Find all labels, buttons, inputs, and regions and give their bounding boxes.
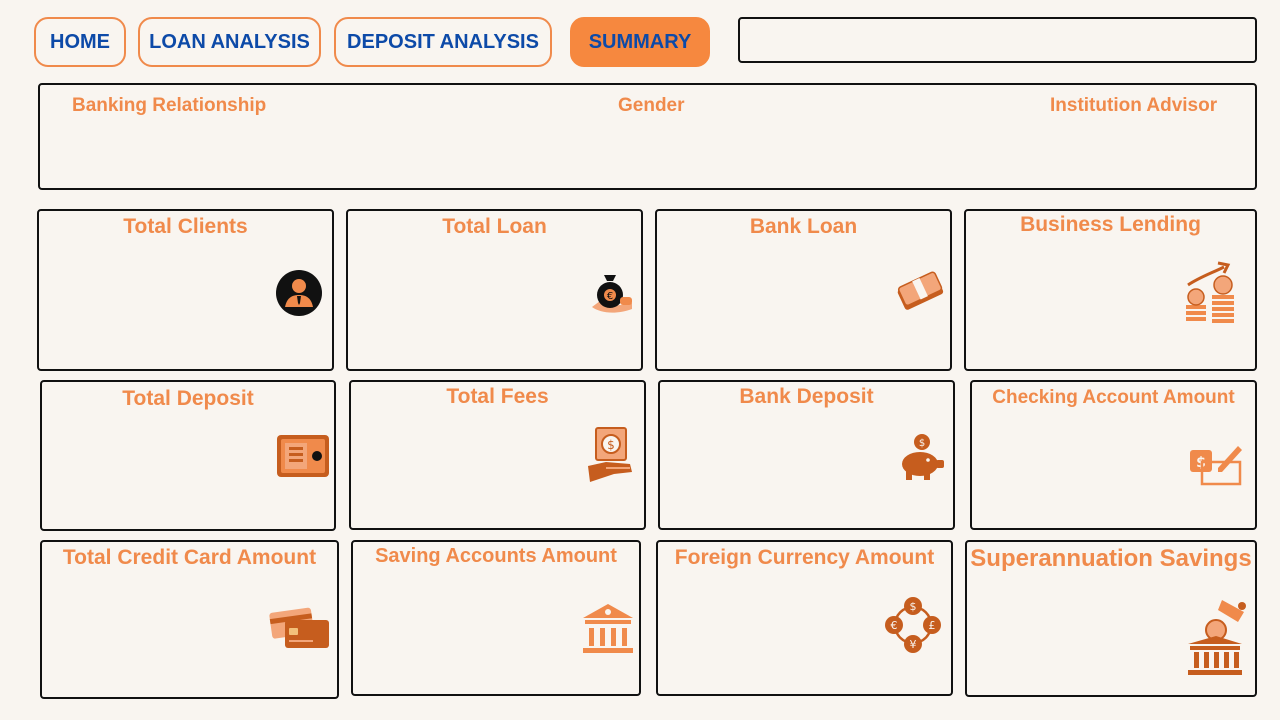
svg-text:€: €	[607, 291, 613, 302]
money-bag-hand-icon: €	[586, 267, 636, 317]
card-title: Foreign Currency Amount	[674, 546, 935, 569]
card-title: Total Credit Card Amount	[62, 546, 317, 569]
hand-money-icon: $	[586, 426, 636, 488]
bank-loan-card[interactable]: Bank Loan	[655, 209, 952, 371]
home-button[interactable]: HOME	[34, 17, 126, 67]
bank-deposit-card[interactable]: Bank Deposit $	[658, 380, 955, 530]
svg-text:$: $	[919, 438, 925, 449]
saving-accounts-amount-card[interactable]: Saving Accounts Amount	[351, 540, 641, 696]
svg-text:£: £	[929, 619, 936, 632]
checking-account-amount-card[interactable]: Checking Account Amount $	[970, 380, 1257, 530]
currency-exchange-icon: $ € £ ¥	[884, 596, 942, 654]
card-title: Saving Accounts Amount	[375, 545, 617, 567]
card-title: Total Fees	[446, 385, 549, 408]
client-person-icon	[275, 269, 323, 317]
card-title: Total Deposit	[122, 387, 254, 410]
search-input[interactable]	[738, 17, 1257, 63]
card-title: Superannuation Savings	[970, 545, 1252, 572]
piggy-bank-icon: $	[896, 432, 946, 482]
loan-analysis-button[interactable]: LOAN ANALYSIS	[138, 17, 321, 67]
bank-building-icon	[581, 600, 635, 656]
card-title: Bank Loan	[749, 215, 858, 238]
total-clients-card[interactable]: Total Clients	[37, 209, 334, 371]
total-loan-card[interactable]: Total Loan €	[346, 209, 643, 371]
superannuation-savings-card[interactable]: Superannuation Savings	[965, 540, 1257, 697]
summary-button[interactable]: SUMMARY	[570, 17, 710, 67]
safe-icon	[275, 433, 331, 481]
card-title: Bank Deposit	[739, 385, 874, 408]
business-lending-card[interactable]: Business Lending	[964, 209, 1257, 371]
card-title: Total Loan	[442, 215, 547, 238]
filter-institution-advisor[interactable]: Institution Advisor	[1050, 95, 1217, 117]
total-fees-card[interactable]: Total Fees $	[349, 380, 646, 530]
cash-stack-icon	[895, 269, 945, 313]
svg-text:€: €	[891, 619, 898, 632]
svg-text:$: $	[607, 438, 615, 452]
card-title: Checking Account Amount	[992, 387, 1235, 408]
total-credit-card-amount-card[interactable]: Total Credit Card Amount	[40, 540, 339, 699]
svg-text:¥: ¥	[910, 638, 917, 651]
svg-text:$: $	[910, 600, 917, 613]
deposit-analysis-button[interactable]: DEPOSIT ANALYSIS	[334, 17, 552, 67]
coin-deposit-box-icon	[1182, 598, 1252, 678]
foreign-currency-amount-card[interactable]: Foreign Currency Amount $ € £ ¥	[656, 540, 953, 696]
credit-cards-icon	[269, 606, 331, 648]
filter-gender[interactable]: Gender	[618, 95, 685, 117]
card-title: Total Clients	[123, 215, 248, 238]
total-deposit-card[interactable]: Total Deposit	[40, 380, 336, 531]
filter-banking-relationship[interactable]: Banking Relationship	[72, 95, 266, 117]
card-title: Business Lending	[1020, 213, 1201, 236]
check-pen-icon: $	[1188, 444, 1244, 488]
coin-growth-icon	[1184, 259, 1240, 329]
filter-panel: Banking Relationship Gender Institution …	[38, 83, 1257, 190]
